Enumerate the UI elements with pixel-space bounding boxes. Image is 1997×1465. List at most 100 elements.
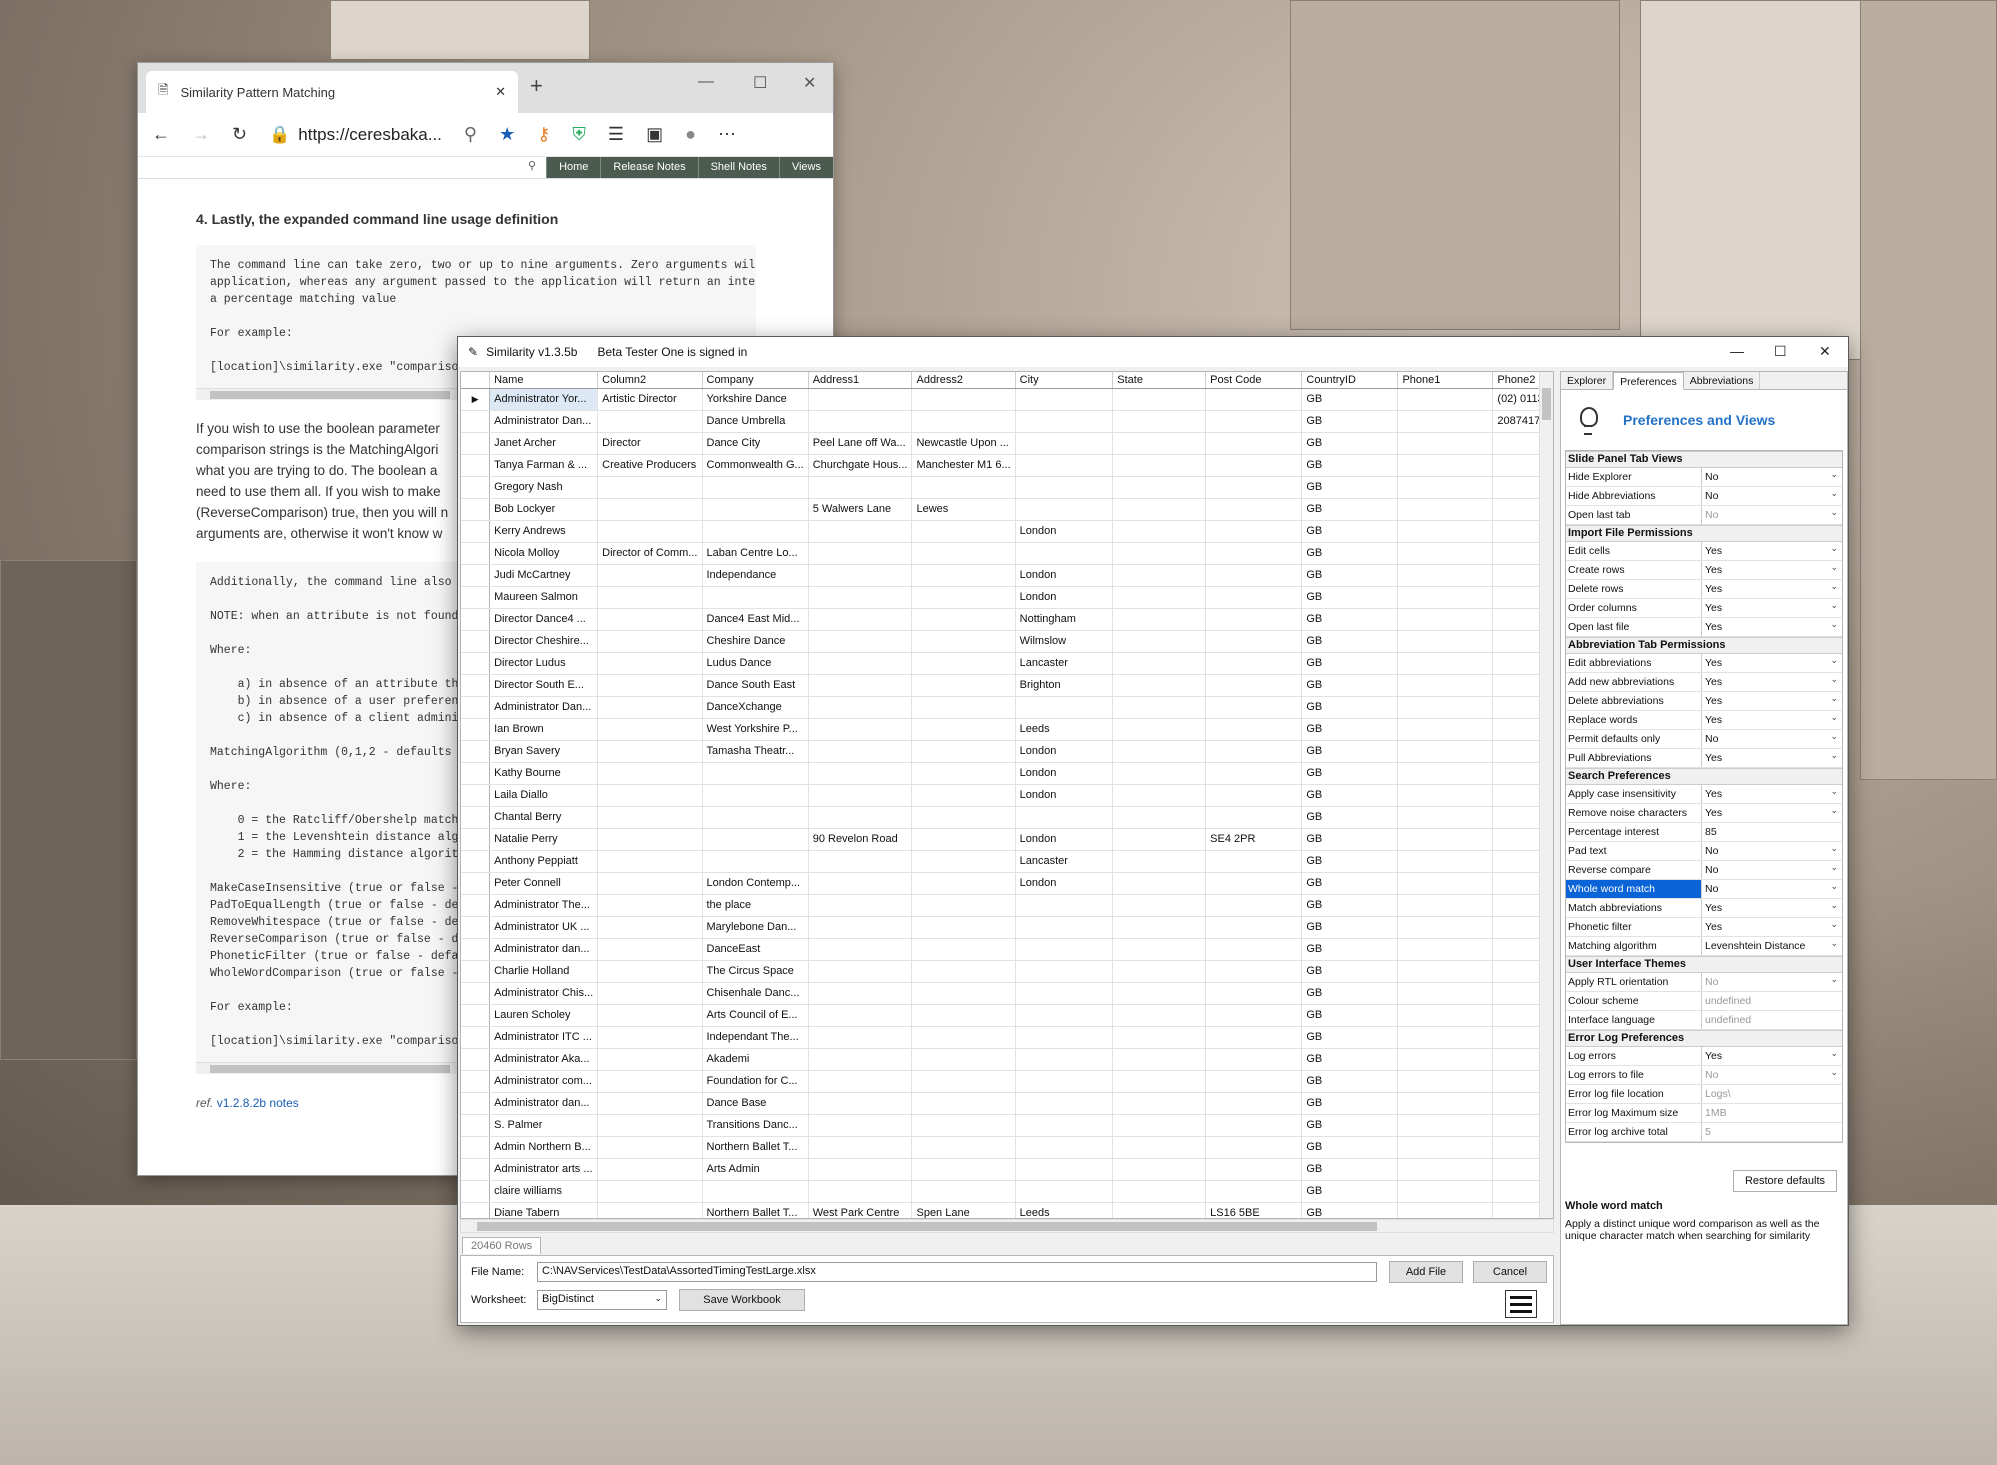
table-cell[interactable]: Foundation for C... bbox=[702, 1070, 809, 1093]
table-cell[interactable] bbox=[1205, 762, 1303, 785]
table-cell[interactable]: Akademi bbox=[702, 1048, 809, 1071]
minimize-icon[interactable]: — bbox=[698, 73, 714, 91]
table-cell[interactable] bbox=[911, 608, 1016, 631]
property-value[interactable]: Yes ⌄ bbox=[1702, 918, 1842, 936]
table-cell[interactable]: GB bbox=[1301, 652, 1399, 675]
table-cell[interactable] bbox=[1397, 1070, 1494, 1093]
table-cell[interactable]: Independant The... bbox=[702, 1026, 809, 1049]
table-cell[interactable] bbox=[1015, 960, 1114, 983]
table-row[interactable]: Administrator dan... Dance Base GB bbox=[461, 1092, 1553, 1115]
table-cell[interactable]: Diane Tabern bbox=[489, 1202, 599, 1218]
table-cell[interactable] bbox=[702, 806, 809, 829]
table-cell[interactable]: Artistic Director bbox=[597, 388, 703, 411]
table-cell[interactable] bbox=[1205, 1114, 1303, 1137]
table-cell[interactable]: S. Palmer bbox=[489, 1114, 599, 1137]
table-cell[interactable] bbox=[1015, 982, 1114, 1005]
table-cell[interactable]: Administrator Dan... bbox=[489, 696, 599, 719]
menu-release-notes[interactable]: Release Notes bbox=[600, 157, 698, 178]
table-cell[interactable]: Tanya Farman & ... bbox=[489, 454, 599, 477]
property-value[interactable]: Yes ⌄ bbox=[1702, 785, 1842, 803]
table-row[interactable]: Nicola Molloy Director of Comm... Laban Ce… bbox=[461, 542, 1553, 565]
table-cell[interactable] bbox=[1112, 960, 1207, 983]
table-cell[interactable]: GB bbox=[1301, 1004, 1399, 1027]
table-cell[interactable] bbox=[808, 960, 913, 983]
table-cell[interactable] bbox=[1397, 520, 1494, 543]
property-value[interactable]: Yes ⌄ bbox=[1702, 542, 1842, 560]
table-cell[interactable]: Bob Lockyer bbox=[489, 498, 599, 521]
table-cell[interactable] bbox=[1397, 1004, 1494, 1027]
table-cell[interactable] bbox=[1205, 630, 1303, 653]
table-cell[interactable]: GB bbox=[1301, 1158, 1399, 1181]
table-cell[interactable]: Churchgate Hous... bbox=[808, 454, 913, 477]
table-row[interactable]: Administrator The... the place GB bbox=[461, 894, 1553, 917]
table-cell[interactable] bbox=[1205, 1136, 1303, 1159]
data-grid[interactable]: Name Column2 Company Address1 Address2 City St… bbox=[460, 371, 1554, 1219]
property-value[interactable]: Yes ⌄ bbox=[1702, 673, 1842, 691]
table-cell[interactable] bbox=[911, 1136, 1016, 1159]
table-cell[interactable] bbox=[1112, 542, 1207, 565]
table-cell[interactable]: London bbox=[1015, 872, 1114, 895]
table-cell[interactable] bbox=[1112, 520, 1207, 543]
table-cell[interactable] bbox=[1205, 894, 1303, 917]
table-cell[interactable] bbox=[1112, 938, 1207, 961]
table-cell[interactable] bbox=[1112, 1114, 1207, 1137]
table-cell[interactable] bbox=[1205, 1070, 1303, 1093]
table-cell[interactable] bbox=[597, 1092, 703, 1115]
table-cell[interactable] bbox=[1112, 674, 1207, 697]
table-cell[interactable] bbox=[597, 718, 703, 741]
table-cell[interactable]: GB bbox=[1301, 498, 1399, 521]
property-row[interactable]: Interface language undefined bbox=[1566, 1011, 1842, 1030]
table-cell[interactable]: Administrator The... bbox=[489, 894, 599, 917]
refresh-icon[interactable]: ↻ bbox=[232, 124, 247, 145]
table-cell[interactable] bbox=[1205, 872, 1303, 895]
table-cell[interactable] bbox=[1397, 1180, 1494, 1203]
table-cell[interactable] bbox=[1112, 762, 1207, 785]
table-cell[interactable]: West Park Centre bbox=[808, 1202, 913, 1218]
table-cell[interactable] bbox=[1397, 388, 1494, 411]
table-cell[interactable] bbox=[911, 476, 1016, 499]
table-cell[interactable] bbox=[1205, 476, 1303, 499]
column-header[interactable]: Phone1 bbox=[1397, 372, 1494, 389]
table-cell[interactable] bbox=[1112, 740, 1207, 763]
favorites-icon[interactable]: ☰ bbox=[608, 124, 624, 145]
table-cell[interactable] bbox=[808, 850, 913, 873]
row-header[interactable] bbox=[461, 608, 491, 631]
table-cell[interactable]: GB bbox=[1301, 696, 1399, 719]
row-header[interactable] bbox=[461, 850, 491, 873]
table-cell[interactable] bbox=[808, 1114, 913, 1137]
table-cell[interactable]: London bbox=[1015, 520, 1114, 543]
property-row[interactable]: Reverse compare No ⌄ bbox=[1566, 861, 1842, 880]
table-cell[interactable] bbox=[808, 476, 913, 499]
table-cell[interactable] bbox=[1015, 1004, 1114, 1027]
table-cell[interactable] bbox=[808, 1180, 913, 1203]
table-cell[interactable] bbox=[1205, 1092, 1303, 1115]
table-cell[interactable] bbox=[911, 520, 1016, 543]
table-cell[interactable]: Lewes bbox=[911, 498, 1016, 521]
column-header[interactable]: State bbox=[1112, 372, 1207, 389]
table-cell[interactable] bbox=[702, 784, 809, 807]
table-cell[interactable] bbox=[1205, 1004, 1303, 1027]
table-cell[interactable] bbox=[1205, 806, 1303, 829]
table-cell[interactable] bbox=[1205, 432, 1303, 455]
table-cell[interactable] bbox=[597, 784, 703, 807]
table-cell[interactable] bbox=[808, 916, 913, 939]
table-cell[interactable]: GB bbox=[1301, 740, 1399, 763]
property-value[interactable]: No ⌄ bbox=[1702, 487, 1842, 505]
extension-shield-icon[interactable]: ⛨ bbox=[572, 124, 586, 145]
table-cell[interactable]: Leeds bbox=[1015, 718, 1114, 741]
table-cell[interactable] bbox=[597, 498, 703, 521]
table-cell[interactable] bbox=[911, 674, 1016, 697]
table-cell[interactable]: Laila Diallo bbox=[489, 784, 599, 807]
table-cell[interactable] bbox=[808, 894, 913, 917]
row-header[interactable] bbox=[461, 432, 491, 455]
table-cell[interactable] bbox=[1205, 1026, 1303, 1049]
table-cell[interactable] bbox=[1112, 1202, 1207, 1218]
table-cell[interactable] bbox=[1397, 608, 1494, 631]
property-value[interactable]: Yes ⌄ bbox=[1702, 692, 1842, 710]
row-header[interactable] bbox=[461, 806, 491, 829]
table-cell[interactable] bbox=[597, 1136, 703, 1159]
table-cell[interactable] bbox=[597, 938, 703, 961]
table-cell[interactable] bbox=[1205, 586, 1303, 609]
table-row[interactable]: Charlie Holland The Circus Space GB bbox=[461, 960, 1553, 983]
extension-key-icon[interactable]: ⚷ bbox=[537, 124, 550, 145]
